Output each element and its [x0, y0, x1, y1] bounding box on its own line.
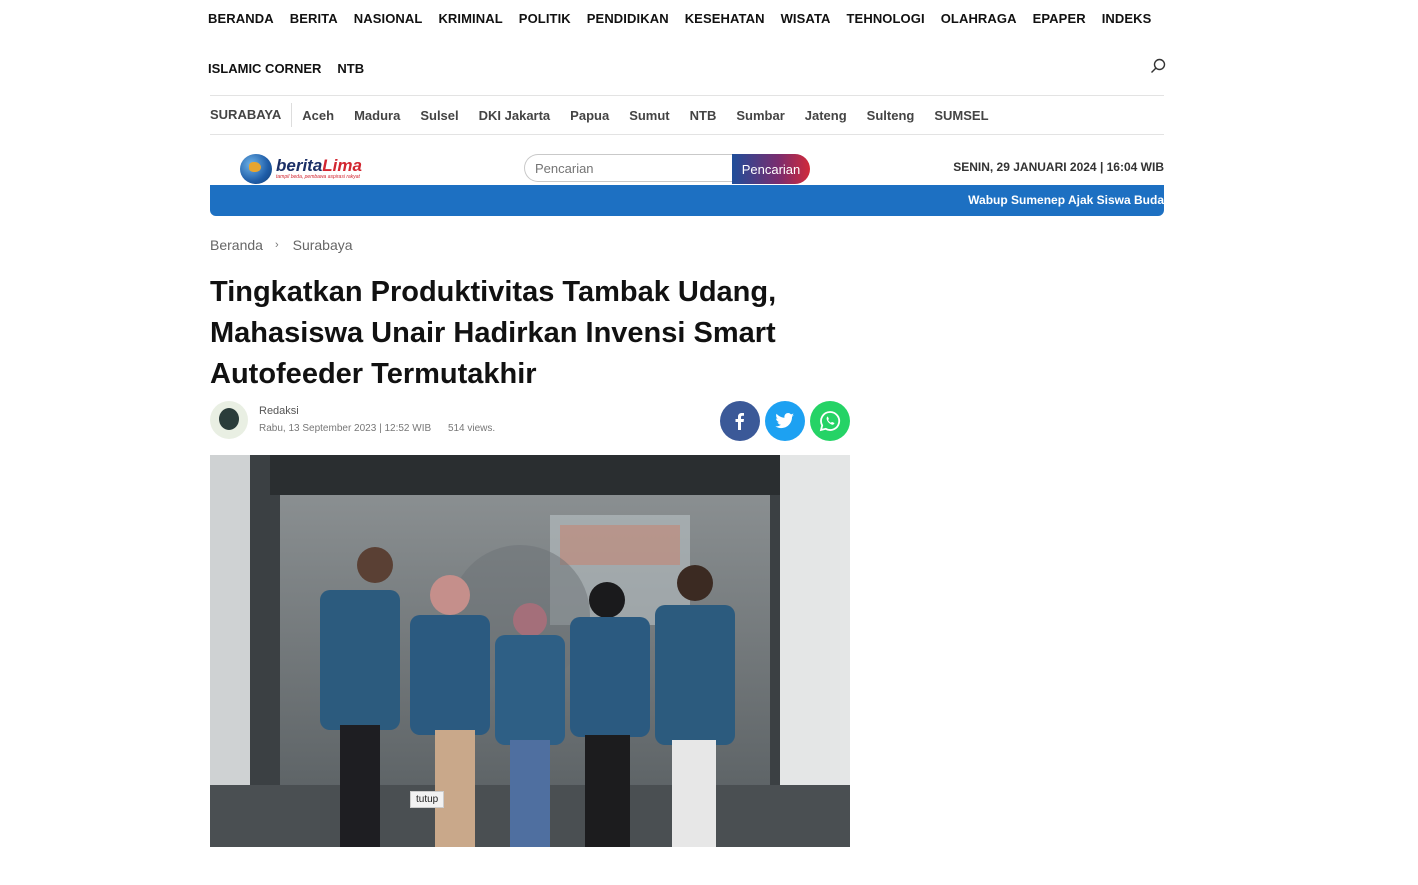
- chevron-right-icon: ›: [274, 239, 279, 251]
- nav-item-islamic-corner[interactable]: ISLAMIC CORNER: [208, 61, 321, 76]
- search-button[interactable]: Pencarian: [732, 154, 810, 184]
- region-aceh[interactable]: Aceh: [302, 108, 334, 123]
- nav-item-kriminal[interactable]: KRIMINAL: [438, 11, 502, 26]
- search-form: Pencarian: [524, 154, 810, 184]
- region-jateng[interactable]: Jateng: [805, 108, 847, 123]
- region-sulsel[interactable]: Sulsel: [420, 108, 458, 123]
- article-title: Tingkatkan Produktivitas Tambak Udang, M…: [210, 276, 777, 390]
- primary-nav: BERANDA BERITA NASIONAL KRIMINAL POLITIK…: [208, 0, 1164, 36]
- breadcrumb: Beranda › Surabaya: [210, 237, 353, 253]
- region-nav: SURABAYA Aceh Madura Sulsel DKI Jakarta …: [210, 96, 1164, 134]
- nav-item-tehnologi[interactable]: TEHNOLOGI: [847, 11, 925, 26]
- nav-item-politik[interactable]: POLITIK: [519, 11, 571, 26]
- nav-item-ntb[interactable]: NTB: [337, 61, 364, 76]
- region-madura[interactable]: Madura: [354, 108, 400, 123]
- nav-item-indeks[interactable]: INDEKS: [1102, 11, 1152, 26]
- publish-date: Rabu, 13 September 2023 | 12:52 WIB: [259, 423, 432, 434]
- news-ticker: Wabup Sumenep Ajak Siswa Buda: [210, 185, 1164, 216]
- secondary-nav: ISLAMIC CORNER NTB: [208, 50, 1164, 86]
- image-caption-toggle[interactable]: tutup: [410, 791, 445, 808]
- logo-tagline: tampil beda, pembawa aspirasi rakyat: [276, 174, 360, 180]
- breadcrumb-current[interactable]: Surabaya: [293, 237, 353, 253]
- region-papua[interactable]: Papua: [570, 108, 609, 123]
- nav-item-nasional[interactable]: NASIONAL: [354, 11, 423, 26]
- region-sumsel[interactable]: SUMSEL: [934, 108, 988, 123]
- breadcrumb-home[interactable]: Beranda: [210, 237, 263, 253]
- region-ntb[interactable]: NTB: [690, 108, 717, 123]
- divider: [210, 134, 1164, 135]
- region-sumbar[interactable]: Sumbar: [736, 108, 784, 123]
- nav-item-olahraga[interactable]: OLAHRAGA: [941, 11, 1017, 26]
- view-count: 514 views.: [447, 423, 496, 434]
- ticker-headline[interactable]: Wabup Sumenep Ajak Siswa Buda: [968, 193, 1164, 207]
- article-meta: Rabu, 13 September 2023 | 12:52 WIB 514 …: [259, 423, 495, 434]
- search-icon[interactable]: [1150, 58, 1166, 74]
- twitter-icon: [775, 413, 794, 429]
- whatsapp-icon: [819, 411, 841, 432]
- globe-icon: [240, 154, 272, 184]
- region-sulteng[interactable]: Sulteng: [867, 108, 915, 123]
- region-dki-jakarta[interactable]: DKI Jakarta: [479, 108, 551, 123]
- nav-item-pendidikan[interactable]: PENDIDIKAN: [587, 11, 669, 26]
- nav-item-wisata[interactable]: WISATA: [781, 11, 831, 26]
- author-avatar: [210, 401, 248, 439]
- region-sumut[interactable]: Sumut: [629, 108, 669, 123]
- search-input[interactable]: [524, 154, 732, 182]
- article-photo: [210, 455, 850, 847]
- nav-item-berita[interactable]: BERITA: [290, 11, 338, 26]
- author-name[interactable]: Redaksi: [259, 405, 299, 417]
- current-datetime: SENIN, 29 JANUARI 2024 | 16:04 WIB: [953, 160, 1164, 174]
- share-twitter-button[interactable]: [765, 401, 805, 441]
- logo-wordmark: beritaLima: [276, 156, 362, 175]
- nav-item-beranda[interactable]: BERANDA: [208, 11, 274, 26]
- facebook-icon: [735, 413, 744, 430]
- nav-item-kesehatan[interactable]: KESEHATAN: [685, 11, 765, 26]
- nav-item-epaper[interactable]: EPAPER: [1033, 11, 1086, 26]
- share-whatsapp-button[interactable]: [810, 401, 850, 441]
- site-logo[interactable]: beritaLima tampil beda, pembawa aspirasi…: [240, 153, 370, 185]
- region-surabaya[interactable]: SURABAYA: [210, 103, 293, 127]
- article-image[interactable]: tutup: [210, 455, 850, 847]
- share-facebook-button[interactable]: [720, 401, 760, 441]
